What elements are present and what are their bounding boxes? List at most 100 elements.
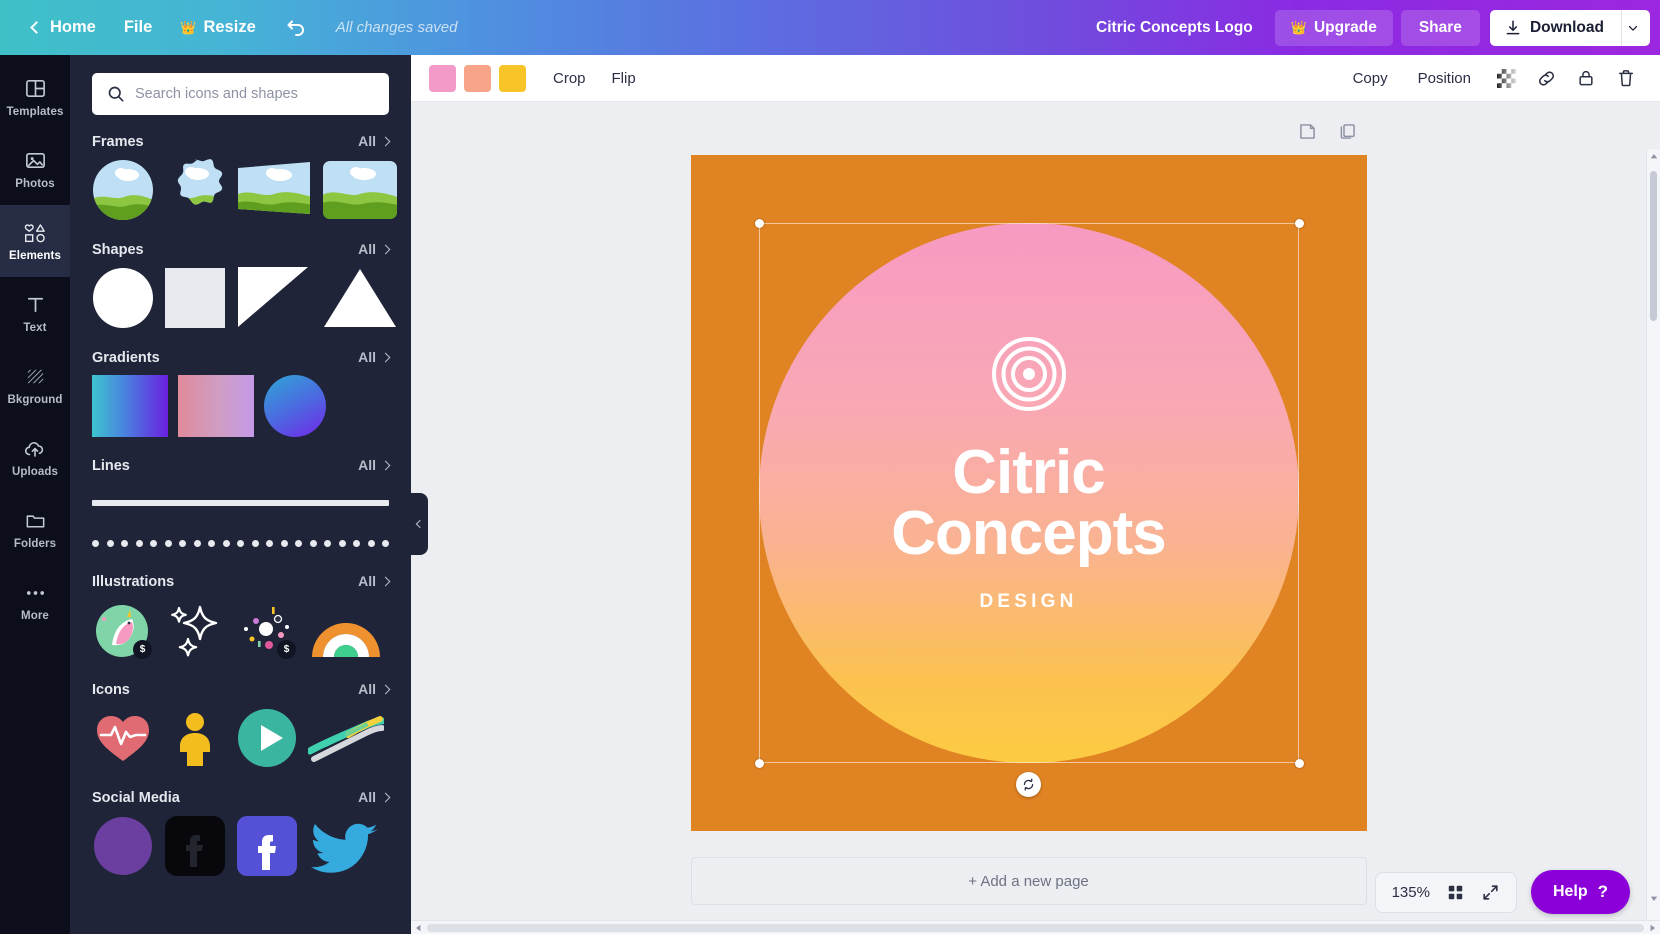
- canvas-vertical-scrollbar[interactable]: [1646, 149, 1660, 920]
- frame-skewed-thumb[interactable]: [236, 159, 312, 221]
- illustration-confetti[interactable]: $: [236, 599, 298, 661]
- illustrations-see-all[interactable]: All: [358, 573, 391, 589]
- icon-heartbeat[interactable]: [92, 707, 154, 769]
- sidebar-item-templates[interactable]: Templates: [0, 61, 70, 133]
- gradient-pink-lavender-square[interactable]: [178, 375, 254, 437]
- sidebar-item-uploads[interactable]: Uploads: [0, 421, 70, 493]
- selection-handle-top-left[interactable]: [754, 219, 764, 228]
- icon-person[interactable]: [164, 707, 226, 769]
- social-icon-facebook[interactable]: [236, 815, 298, 877]
- gradient-teal-purple-square[interactable]: [92, 375, 168, 437]
- color-swatch-pink[interactable]: [429, 64, 456, 92]
- vertical-scroll-thumb[interactable]: [1650, 171, 1657, 321]
- background-icon: [22, 365, 48, 389]
- frame-rounded-rect-thumb[interactable]: [322, 159, 398, 221]
- color-swatch-yellow[interactable]: [499, 64, 526, 92]
- duplicate-page-button[interactable]: [1335, 118, 1361, 144]
- logo-gradient-circle[interactable]: Citric Concepts DESIGN: [758, 223, 1299, 763]
- lines-see-all[interactable]: All: [358, 457, 391, 473]
- line-solid-item[interactable]: [92, 500, 389, 506]
- color-swatch-salmon[interactable]: [464, 64, 491, 92]
- social-icon-instagram[interactable]: [92, 815, 154, 877]
- illustration-rainbow[interactable]: [308, 599, 384, 661]
- scroll-up-arrow[interactable]: [1647, 149, 1660, 163]
- icon-play-button[interactable]: [236, 707, 298, 769]
- upgrade-button[interactable]: 👑 Upgrade: [1274, 9, 1393, 46]
- page-notes-button[interactable]: [1295, 118, 1321, 144]
- transparency-button[interactable]: [1488, 62, 1524, 94]
- rotate-handle[interactable]: [1015, 772, 1041, 797]
- line-dot: [295, 540, 302, 547]
- download-button[interactable]: Download: [1489, 9, 1621, 46]
- lock-button[interactable]: [1568, 62, 1604, 94]
- social-icon-twitter[interactable]: [308, 815, 384, 877]
- social-icon-facebook-dark[interactable]: [164, 815, 226, 877]
- shape-triangle-up[interactable]: [322, 267, 398, 329]
- folders-icon: [22, 509, 48, 533]
- icons-see-all[interactable]: All: [358, 681, 391, 697]
- design-page[interactable]: Citric Concepts DESIGN: [690, 155, 1367, 831]
- position-button[interactable]: Position: [1405, 63, 1484, 94]
- home-button[interactable]: Home: [18, 10, 110, 45]
- delete-button[interactable]: [1608, 62, 1644, 94]
- sidebar-item-background[interactable]: Bkground: [0, 349, 70, 421]
- download-options-button[interactable]: [1621, 9, 1650, 46]
- selection-handle-bottom-left[interactable]: [754, 759, 764, 768]
- shape-triangle-right[interactable]: [236, 267, 312, 329]
- illustrations-title: Illustrations: [92, 574, 175, 590]
- chevron-right-icon: [380, 792, 391, 802]
- line-dotted-item[interactable]: [92, 540, 389, 547]
- frame-circle-thumb[interactable]: [92, 159, 154, 221]
- resize-button[interactable]: 👑 Resize: [166, 10, 269, 45]
- shapes-all-label: All: [358, 241, 376, 257]
- zoom-level[interactable]: 135%: [1392, 884, 1430, 901]
- social-see-all[interactable]: All: [358, 789, 391, 805]
- illustration-unicorn[interactable]: $: [92, 599, 154, 661]
- icon-brush-strokes[interactable]: [308, 707, 384, 769]
- canvas-horizontal-scrollbar[interactable]: [411, 920, 1660, 934]
- frames-see-all[interactable]: All: [358, 133, 391, 149]
- line-dot: [324, 540, 331, 547]
- illustration-sparkles[interactable]: [164, 599, 226, 661]
- elements-icon: [22, 221, 48, 245]
- scroll-left-arrow[interactable]: [411, 921, 425, 934]
- fullscreen-button[interactable]: [1481, 883, 1500, 902]
- text-icon: [22, 293, 48, 317]
- selection-handle-bottom-right[interactable]: [1294, 759, 1304, 768]
- help-button[interactable]: Help ?: [1530, 870, 1630, 914]
- link-button[interactable]: [1528, 62, 1564, 94]
- crop-button[interactable]: Crop: [540, 63, 599, 94]
- scroll-right-arrow[interactable]: [1646, 921, 1660, 934]
- file-menu-button[interactable]: File: [110, 10, 166, 45]
- canvas-scroll-area[interactable]: Citric Concepts DESIGN + Add a new page: [411, 102, 1660, 920]
- copy-button[interactable]: Copy: [1340, 63, 1401, 94]
- shape-circle[interactable]: [92, 267, 154, 329]
- horizontal-scroll-thumb[interactable]: [427, 924, 1644, 932]
- sidebar-item-more[interactable]: More: [0, 565, 70, 637]
- share-button[interactable]: Share: [1400, 9, 1480, 46]
- shapes-see-all[interactable]: All: [358, 241, 391, 257]
- gradient-pink-yellow-circle[interactable]: [336, 375, 398, 437]
- chevron-right-icon: [380, 576, 391, 586]
- sidebar-item-folders[interactable]: Folders: [0, 493, 70, 565]
- gradient-blue-purple-circle[interactable]: [264, 375, 326, 437]
- gradients-all-label: All: [358, 349, 376, 365]
- grid-view-button[interactable]: [1446, 883, 1465, 902]
- expand-icon: [1483, 884, 1498, 900]
- panel-collapse-button[interactable]: [411, 493, 428, 555]
- gradients-header: Gradients All: [92, 349, 391, 366]
- context-toolbar-right: Copy Position: [1340, 62, 1644, 94]
- undo-button[interactable]: [270, 8, 322, 48]
- selection-handle-top-right[interactable]: [1294, 219, 1304, 228]
- shape-square[interactable]: [164, 267, 226, 329]
- scroll-down-arrow[interactable]: [1647, 892, 1660, 906]
- frame-scalloped-thumb[interactable]: [164, 159, 226, 221]
- add-new-page-button[interactable]: + Add a new page: [690, 857, 1367, 905]
- sidebar-item-photos[interactable]: Photos: [0, 133, 70, 205]
- document-title[interactable]: Citric Concepts Logo: [1082, 10, 1267, 46]
- sidebar-item-elements[interactable]: Elements: [0, 205, 70, 277]
- search-input[interactable]: [92, 73, 389, 115]
- gradients-see-all[interactable]: All: [358, 349, 391, 365]
- flip-button[interactable]: Flip: [599, 63, 649, 94]
- sidebar-item-text[interactable]: Text: [0, 277, 70, 349]
